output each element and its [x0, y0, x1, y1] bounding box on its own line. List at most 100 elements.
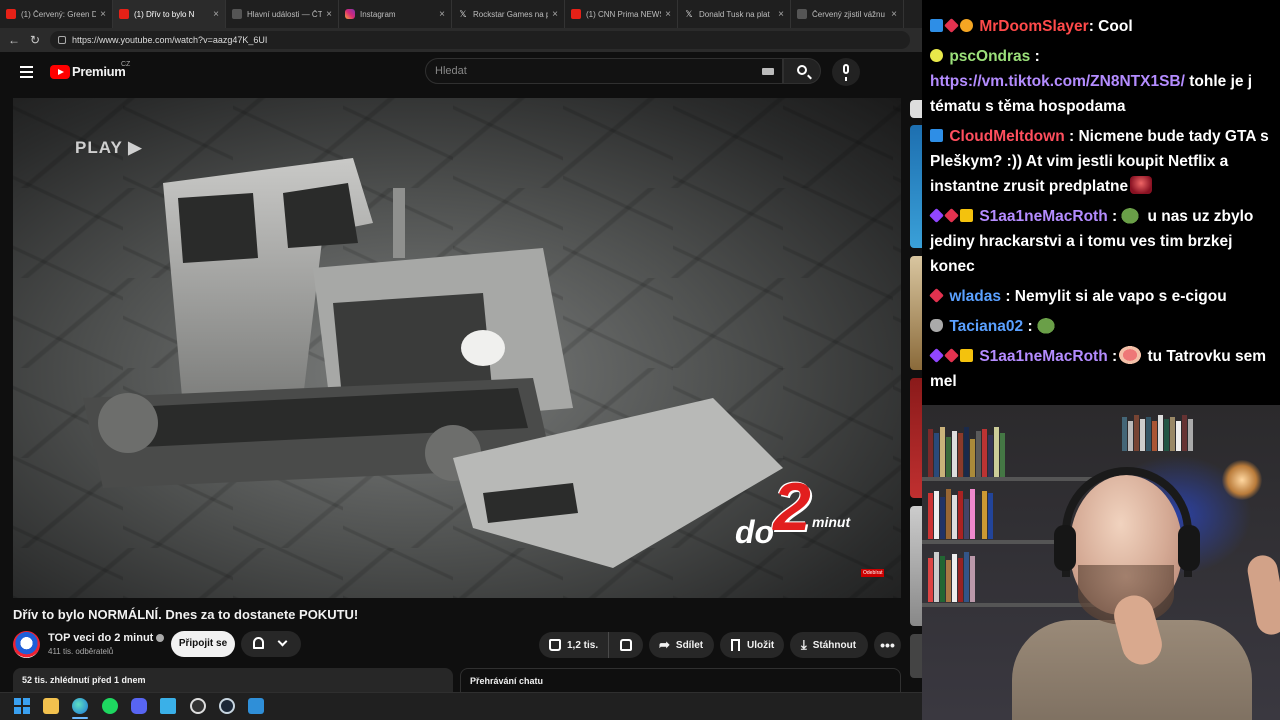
windows-start-icon[interactable] [14, 698, 30, 714]
close-icon[interactable]: × [665, 9, 671, 20]
channel-watermark-logo: 2 do minut [733, 469, 863, 556]
search-icon [797, 65, 807, 75]
channel-name[interactable]: TOP veci do 2 minut [48, 632, 165, 644]
streamer-hand [1245, 553, 1280, 637]
download-icon: ⤓ [801, 637, 807, 652]
more-actions-button[interactable]: ••• [874, 632, 901, 658]
browser-tab[interactable]: Instagram × [339, 0, 452, 28]
save-button[interactable]: Uložit [720, 632, 784, 658]
channel-avatar[interactable] [13, 631, 40, 658]
chat-message: S1aa1neMacRoth : u nas uz zbylo jediny h… [929, 204, 1272, 279]
youtube-brand[interactable]: Premium [72, 64, 126, 79]
recommendation-thumbnail[interactable] [910, 100, 922, 118]
chat-message: S1aa1neMacRoth : tu Tatrovku sem mel [929, 344, 1272, 394]
keyboard-icon[interactable] [762, 68, 774, 75]
books [1122, 415, 1194, 451]
close-icon[interactable]: × [439, 9, 445, 20]
recommendation-thumbnail[interactable] [910, 378, 922, 498]
tab-title: (1) CNN Prima NEWS [586, 9, 662, 19]
recommendation-thumbnail[interactable] [910, 125, 922, 248]
recommendation-thumbnail[interactable] [910, 256, 922, 370]
site-info-icon[interactable] [58, 36, 66, 44]
sub-badge-icon [929, 288, 944, 303]
tab-title: Rockstar Games na p [473, 9, 549, 19]
download-label: Stáhnout [812, 639, 857, 651]
pepe-emote-icon [1119, 206, 1142, 224]
logo-number: 2 [773, 469, 811, 545]
like-button[interactable]: 1,2 tis. [539, 632, 609, 658]
chat-replay-panel[interactable]: Přehrávání chatu [460, 668, 901, 692]
headphone-ear-cup [1178, 525, 1200, 571]
file-explorer-icon[interactable] [43, 698, 59, 714]
recommendation-thumbnail[interactable] [910, 506, 922, 626]
download-button[interactable]: ⤓ Stáhnout [790, 632, 868, 658]
youtube-logo-icon[interactable] [50, 65, 70, 79]
chat-username: wladas [949, 288, 1002, 305]
browser-tab[interactable]: Červený zjistil vážnu × [791, 0, 904, 28]
description-box[interactable]: 52 tis. zhlédnutí před 1 dnem [13, 668, 453, 692]
chat-link[interactable]: https://vm.tiktok.com/ZN8NTX1SB/ [930, 73, 1185, 90]
bookshelf [922, 477, 1102, 481]
url-field[interactable]: https://www.youtube.com/watch?v=aazg47K_… [50, 31, 910, 49]
notifications-button[interactable] [241, 631, 301, 657]
prime-badge-icon [930, 129, 943, 142]
search-input[interactable]: Hledat [425, 58, 783, 84]
dislike-button[interactable] [609, 639, 643, 651]
more-icon: ••• [880, 637, 895, 653]
chat-message: wladas : Nemylit si ale vapo s e-cigou [929, 284, 1272, 309]
search-placeholder: Hledat [435, 65, 467, 77]
close-icon[interactable]: × [552, 9, 558, 20]
share-button[interactable]: ➦ Sdílet [649, 632, 714, 658]
chat-text: : [1107, 208, 1118, 225]
browser-tab-active[interactable]: (1) Dřív to bylo N × [113, 0, 226, 28]
save-label: Uložit [747, 639, 775, 651]
chat-message: MrDoomSlayer: Cool [930, 14, 1272, 39]
discord-icon[interactable] [131, 698, 147, 714]
reload-icon[interactable]: ↻ [28, 33, 42, 47]
close-icon[interactable]: × [326, 9, 332, 20]
close-icon[interactable]: × [213, 9, 219, 20]
video-player[interactable]: PLAY ▶ 2 do minut Odebírat [13, 98, 901, 598]
steam-icon[interactable] [219, 698, 235, 714]
app-icon[interactable] [248, 698, 264, 714]
spotify-icon[interactable] [102, 698, 118, 714]
close-icon[interactable]: × [891, 9, 897, 20]
chat-username: S1aa1neMacRoth [979, 348, 1108, 365]
obs-icon[interactable] [190, 698, 206, 714]
voice-search-button[interactable] [832, 58, 860, 86]
subscribe-watermark[interactable]: Odebírat [861, 569, 885, 577]
close-icon[interactable]: × [778, 9, 784, 20]
back-icon[interactable]: ← [7, 33, 21, 47]
browser-tab[interactable]: (1) CNN Prima NEWS × [565, 0, 678, 28]
address-bar: ← ↻ https://www.youtube.com/watch?v=aazg… [0, 28, 922, 52]
menu-icon[interactable] [20, 66, 33, 78]
thumbs-up-icon [549, 639, 561, 651]
crown-badge-icon [960, 209, 973, 222]
close-icon[interactable]: × [100, 9, 106, 20]
search-button[interactable] [783, 58, 821, 84]
browser-tab[interactable]: Hlavní události — ČT × [226, 0, 339, 28]
edge-browser-icon[interactable] [72, 698, 88, 714]
recommendation-thumbnail[interactable] [910, 634, 922, 678]
lips-emote-icon [1119, 346, 1142, 364]
browser-tab[interactable]: (1) Červený: Green D × [0, 0, 113, 28]
badge-icon [929, 348, 944, 363]
notepad-icon[interactable] [160, 698, 176, 714]
sub-badge-icon [944, 208, 959, 223]
chat-text: : [1107, 348, 1118, 365]
youtube-icon [6, 9, 16, 19]
chat-message: CloudMeltdown : Nicmene bude tady GTA s … [930, 124, 1272, 199]
join-button[interactable]: Připojit se [171, 631, 235, 657]
books [928, 550, 976, 602]
chat-message: pscOndras : https://vm.tiktok.com/ZN8NTX… [930, 44, 1272, 119]
stream-chat-overlay: MrDoomSlayer: Cool pscOndras : https://v… [922, 0, 1280, 405]
badge-icon [929, 208, 944, 223]
tab-title: Instagram [360, 9, 396, 19]
browser-tab[interactable]: 𝕏 Donald Tusk na plat × [678, 0, 791, 28]
browser-tab[interactable]: 𝕏 Rockstar Games na p × [452, 0, 565, 28]
tab-title: Hlavní události — ČT [247, 9, 323, 19]
globe-lamp [1222, 460, 1262, 500]
chat-message: Taciana02 : [930, 314, 1272, 339]
tab-title: Donald Tusk na plat [699, 9, 770, 19]
badge-icon [930, 49, 943, 62]
